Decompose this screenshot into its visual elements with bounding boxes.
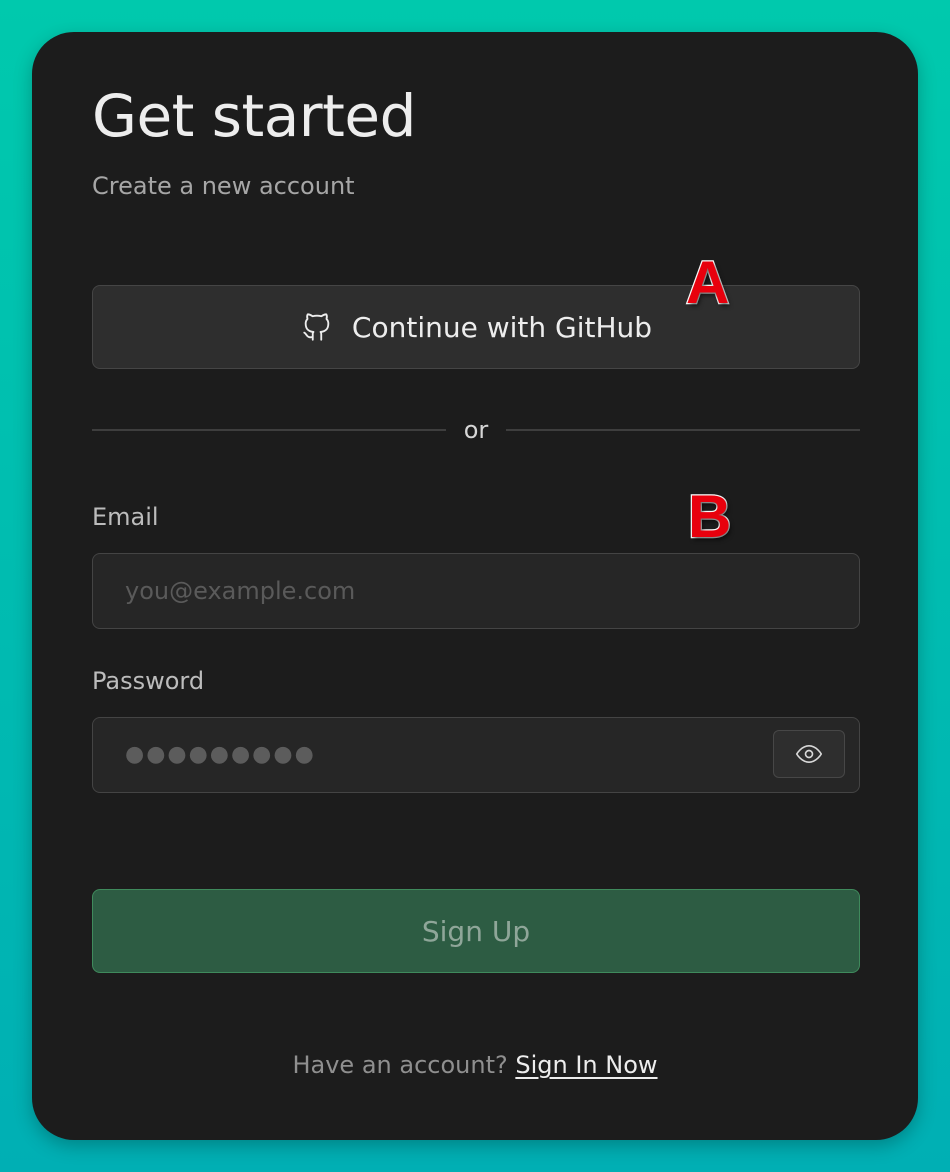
signin-prompt: Have an account? Sign In Now [32, 1049, 918, 1081]
divider-line-right [506, 429, 860, 431]
password-label: Password [92, 667, 205, 695]
divider-line-left [92, 429, 446, 431]
github-button-label: Continue with GitHub [351, 310, 653, 344]
signin-prompt-text: Have an account? [292, 1051, 508, 1079]
email-label: Email [92, 503, 159, 531]
page-title: Get started [92, 82, 416, 150]
signup-card: Get started Create a new account Continu… [32, 32, 918, 1140]
page-subtitle: Create a new account [92, 172, 355, 200]
annotation-marker-b: B [687, 483, 733, 550]
eye-icon [795, 740, 823, 768]
password-masked-value: ●●●●●●●●● [125, 742, 316, 767]
github-icon [300, 310, 334, 344]
github-signin-button[interactable]: Continue with GitHub [92, 285, 860, 369]
email-input[interactable] [92, 553, 860, 629]
annotation-marker-a: A [685, 249, 731, 316]
or-divider: or [92, 412, 860, 448]
show-password-button[interactable] [773, 730, 845, 778]
password-input[interactable]: ●●●●●●●●● [92, 717, 860, 793]
divider-text: or [463, 416, 489, 444]
sign-in-link[interactable]: Sign In Now [515, 1051, 657, 1079]
sign-up-button[interactable]: Sign Up [92, 889, 860, 973]
